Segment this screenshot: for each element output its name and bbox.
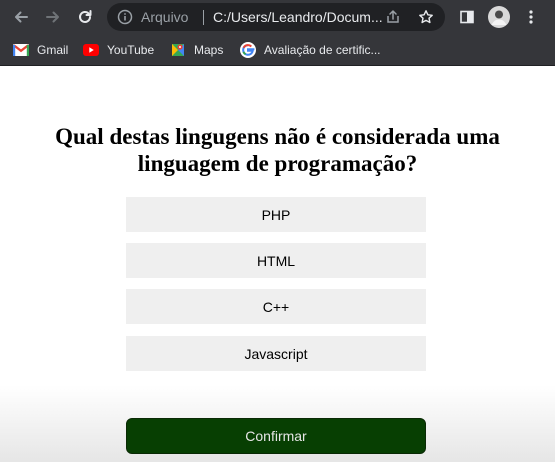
arrow-right-icon xyxy=(46,11,59,23)
share-icon[interactable] xyxy=(385,9,401,25)
answer-option-html[interactable]: HTML xyxy=(126,243,426,278)
confirm-button[interactable]: Confirmar xyxy=(126,418,426,454)
bookmark-maps[interactable]: Maps xyxy=(170,40,223,60)
bookmark-avaliacao[interactable]: Avaliação de certific... xyxy=(240,40,381,60)
info-icon[interactable] xyxy=(117,9,133,25)
answer-option-javascript[interactable]: Javascript xyxy=(126,336,426,371)
scheme-label: Arquivo xyxy=(141,9,189,25)
gmail-icon xyxy=(13,42,29,58)
answer-option-cpp[interactable]: C++ xyxy=(126,289,426,324)
google-icon xyxy=(240,42,256,58)
bookmark-gmail[interactable]: Gmail xyxy=(13,40,68,60)
url-text[interactable]: C:/Users/Leandro/Docum... xyxy=(213,9,383,25)
profile-button[interactable] xyxy=(488,6,510,28)
bookmark-star-icon[interactable] xyxy=(418,9,434,25)
bookmark-label: Gmail xyxy=(37,43,69,57)
bookmark-label: YouTube xyxy=(107,43,155,57)
answer-option-php[interactable]: PHP xyxy=(126,197,426,232)
side-panel-icon xyxy=(460,10,474,24)
reload-button[interactable] xyxy=(74,6,96,28)
omnibox-divider xyxy=(203,10,204,25)
quiz-question: Qual destas lingugens não é considerada … xyxy=(55,124,500,176)
maps-icon xyxy=(170,42,186,58)
menu-button[interactable] xyxy=(520,6,542,28)
browser-toolbar: Arquivo C:/Users/Leandro/Docum... xyxy=(0,0,555,34)
bookmark-youtube[interactable]: YouTube xyxy=(83,40,154,60)
reload-icon xyxy=(79,10,92,23)
more-vertical-icon xyxy=(529,10,533,24)
side-panel-button[interactable] xyxy=(456,6,478,28)
bookmark-label: Maps xyxy=(194,43,224,57)
avatar xyxy=(488,6,510,28)
back-button[interactable] xyxy=(10,6,32,28)
bookmark-label: Avaliação de certific... xyxy=(264,43,381,57)
bookmarks-bar: Gmail YouTube Maps Avaliação de certific… xyxy=(0,34,555,66)
youtube-icon xyxy=(83,42,99,58)
address-bar[interactable]: Arquivo C:/Users/Leandro/Docum... xyxy=(107,3,445,31)
forward-button[interactable] xyxy=(42,6,64,28)
arrow-left-icon xyxy=(15,11,28,23)
